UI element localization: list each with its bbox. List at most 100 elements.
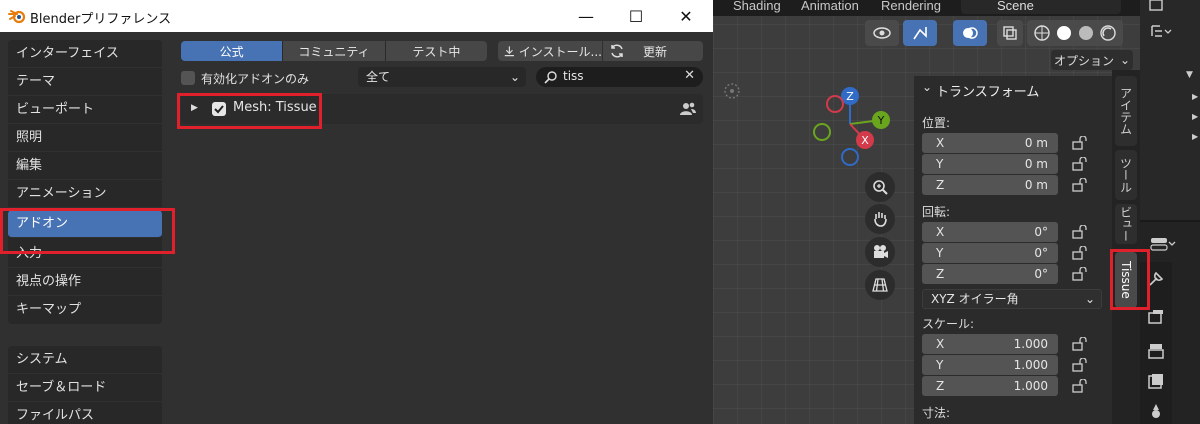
view-layer-icon[interactable] <box>1147 372 1165 390</box>
xray-toggle[interactable] <box>997 20 1023 46</box>
3d-viewport[interactable]: Shading Animation Rendering Scene オプション … <box>713 0 1200 424</box>
window-title: Blenderプリファレンス <box>30 12 172 27</box>
chevron-down-icon[interactable]: ⌄ <box>922 80 932 94</box>
sidebar-item-system[interactable]: システム <box>8 346 162 374</box>
sidebar-item-file-paths[interactable]: ファイルパス <box>8 402 162 424</box>
sidebar-item-animation[interactable]: アニメーション <box>8 180 162 208</box>
sidebar-item-editing[interactable]: 編集 <box>8 152 162 180</box>
sidebar-item-interface[interactable]: インターフェイス <box>8 40 162 68</box>
workspace-tab-animation[interactable]: Animation <box>801 0 859 13</box>
sidebar-item-save-load[interactable]: セーブ＆ロード <box>8 374 162 402</box>
location-x-field[interactable]: X 0 m <box>922 133 1058 153</box>
close-button[interactable]: ✕ <box>672 4 700 28</box>
tab-official[interactable]: 公式 <box>181 41 284 61</box>
tab-tool[interactable]: ツール <box>1115 150 1137 200</box>
sidebar-item-viewport[interactable]: ビューポート <box>8 96 162 124</box>
output-icon[interactable] <box>1147 342 1165 360</box>
zoom-button[interactable] <box>865 172 895 202</box>
shading-mode-group[interactable] <box>1027 20 1123 46</box>
tab-tissue[interactable]: Tissue <box>1115 252 1137 308</box>
tab-community[interactable]: コミュニティ <box>283 41 386 61</box>
enabled-only-checkbox[interactable]: 有効化アドオンのみ <box>181 69 309 87</box>
field-value: 0° <box>1034 246 1048 260</box>
checkbox-box[interactable] <box>181 71 195 85</box>
axis-label: Z <box>936 379 945 393</box>
rotation-x-field[interactable]: X 0° <box>922 222 1058 242</box>
sidebar-item-themes[interactable]: テーマ <box>8 68 162 96</box>
lock-icon[interactable] <box>1072 246 1088 260</box>
outliner-icon[interactable] <box>1150 24 1172 40</box>
lock-icon[interactable] <box>1072 178 1088 192</box>
transform-section-title[interactable]: トランスフォーム <box>936 81 1039 100</box>
scene-selector[interactable] <box>961 0 1121 14</box>
rotation-mode-select[interactable]: XYZ オイラー角 ⌄ <box>922 289 1102 309</box>
xray-icon <box>1003 26 1017 40</box>
workspace-tab-shading[interactable]: Shading <box>733 0 781 13</box>
install-button[interactable]: インストール... <box>498 41 602 61</box>
axis-label: X <box>936 136 945 150</box>
visibility-dropdown[interactable] <box>865 20 899 46</box>
wireframe-shading-icon[interactable] <box>1033 24 1051 42</box>
sidebar-item-lights[interactable]: 照明 <box>8 124 162 152</box>
outliner-area: ▼ ▶ ▶ ▶ <box>1140 0 1200 222</box>
tool-icon[interactable] <box>1147 270 1165 288</box>
perspective-toggle-button[interactable] <box>865 270 895 300</box>
sidebar-n-panel: ⌄ トランスフォーム 位置: X 0 m Y 0 m Z 0 m 回転: X 0° Y 0… <box>914 76 1112 424</box>
rotation-mode-value: XYZ オイラー角 <box>931 292 1019 306</box>
location-z-field[interactable]: Z 0 m <box>922 175 1058 195</box>
lock-icon[interactable] <box>1072 136 1088 150</box>
scale-x-field[interactable]: X 1.000 <box>922 334 1058 354</box>
expand-arrow-icon[interactable]: ▶ <box>1192 112 1198 121</box>
solid-shading-icon[interactable] <box>1055 24 1073 42</box>
rendered-shading-icon[interactable] <box>1099 24 1117 42</box>
expand-arrow-icon[interactable]: ▶ <box>191 103 198 113</box>
new-window-icon[interactable] <box>1148 0 1164 12</box>
sidebar-item-navigation[interactable]: 視点の操作 <box>8 268 162 296</box>
scale-y-field[interactable]: Y 1.000 <box>922 355 1058 375</box>
lock-icon[interactable] <box>1072 379 1088 393</box>
sidebar-item-keymap[interactable]: キーマップ <box>8 296 162 324</box>
expand-arrow-icon[interactable]: ▼ <box>1186 70 1193 80</box>
workspace-tab-rendering[interactable]: Rendering <box>881 0 941 13</box>
addon-enable-checkbox[interactable] <box>212 102 226 116</box>
refresh-button[interactable]: 更新 <box>603 41 703 61</box>
tab-view[interactable]: ビュー <box>1115 204 1137 244</box>
render-icon[interactable] <box>1147 308 1165 326</box>
rotation-label: 回転: <box>922 205 951 219</box>
scale-z-field[interactable]: Z 1.000 <box>922 376 1058 396</box>
title-bar[interactable]: Blenderプリファレンス — ☐ ✕ <box>0 0 713 32</box>
maximize-button[interactable]: ☐ <box>622 4 650 28</box>
lock-icon[interactable] <box>1072 358 1088 372</box>
lock-icon[interactable] <box>1072 267 1088 281</box>
pan-button[interactable] <box>865 204 895 234</box>
light-icon <box>724 83 740 99</box>
sidebar-item-input[interactable]: 入力 <box>8 240 162 268</box>
clear-search-icon[interactable]: ✕ <box>684 68 695 83</box>
camera-view-button[interactable] <box>865 237 895 267</box>
rotation-y-field[interactable]: Y 0° <box>922 243 1058 263</box>
addon-item-mesh-tissue[interactable]: ▶ Mesh: Tissue <box>181 94 703 124</box>
axis-label: Y <box>936 246 944 260</box>
scene-icon[interactable] <box>1147 402 1165 420</box>
lock-icon[interactable] <box>1072 225 1088 239</box>
location-y-field[interactable]: Y 0 m <box>922 154 1058 174</box>
material-shading-icon[interactable] <box>1077 24 1095 42</box>
lock-icon[interactable] <box>1072 157 1088 171</box>
lock-icon[interactable] <box>1072 337 1088 351</box>
viewport-options-button[interactable]: オプション ⌄ <box>1051 50 1133 70</box>
rotation-z-field[interactable]: Z 0° <box>922 264 1058 284</box>
search-value: tiss <box>563 69 584 83</box>
category-select[interactable]: 全て ⌄ <box>358 67 526 87</box>
minimize-button[interactable]: — <box>572 4 600 28</box>
gizmo-toggle[interactable] <box>903 20 937 46</box>
navigation-gizmo[interactable]: Z Y X <box>805 82 895 172</box>
tab-testing[interactable]: テスト中 <box>385 41 487 61</box>
search-input[interactable]: tiss ✕ <box>536 67 703 87</box>
editor-type-icon[interactable] <box>1150 236 1176 252</box>
expand-arrow-icon[interactable]: ▶ <box>1192 132 1198 141</box>
gizmo-icon <box>913 27 927 40</box>
overlay-toggle[interactable] <box>953 20 987 46</box>
expand-arrow-icon[interactable]: ▶ <box>1192 92 1198 101</box>
tab-item[interactable]: アイテム <box>1115 76 1137 146</box>
sidebar-item-addons[interactable]: アドオン <box>8 210 162 238</box>
